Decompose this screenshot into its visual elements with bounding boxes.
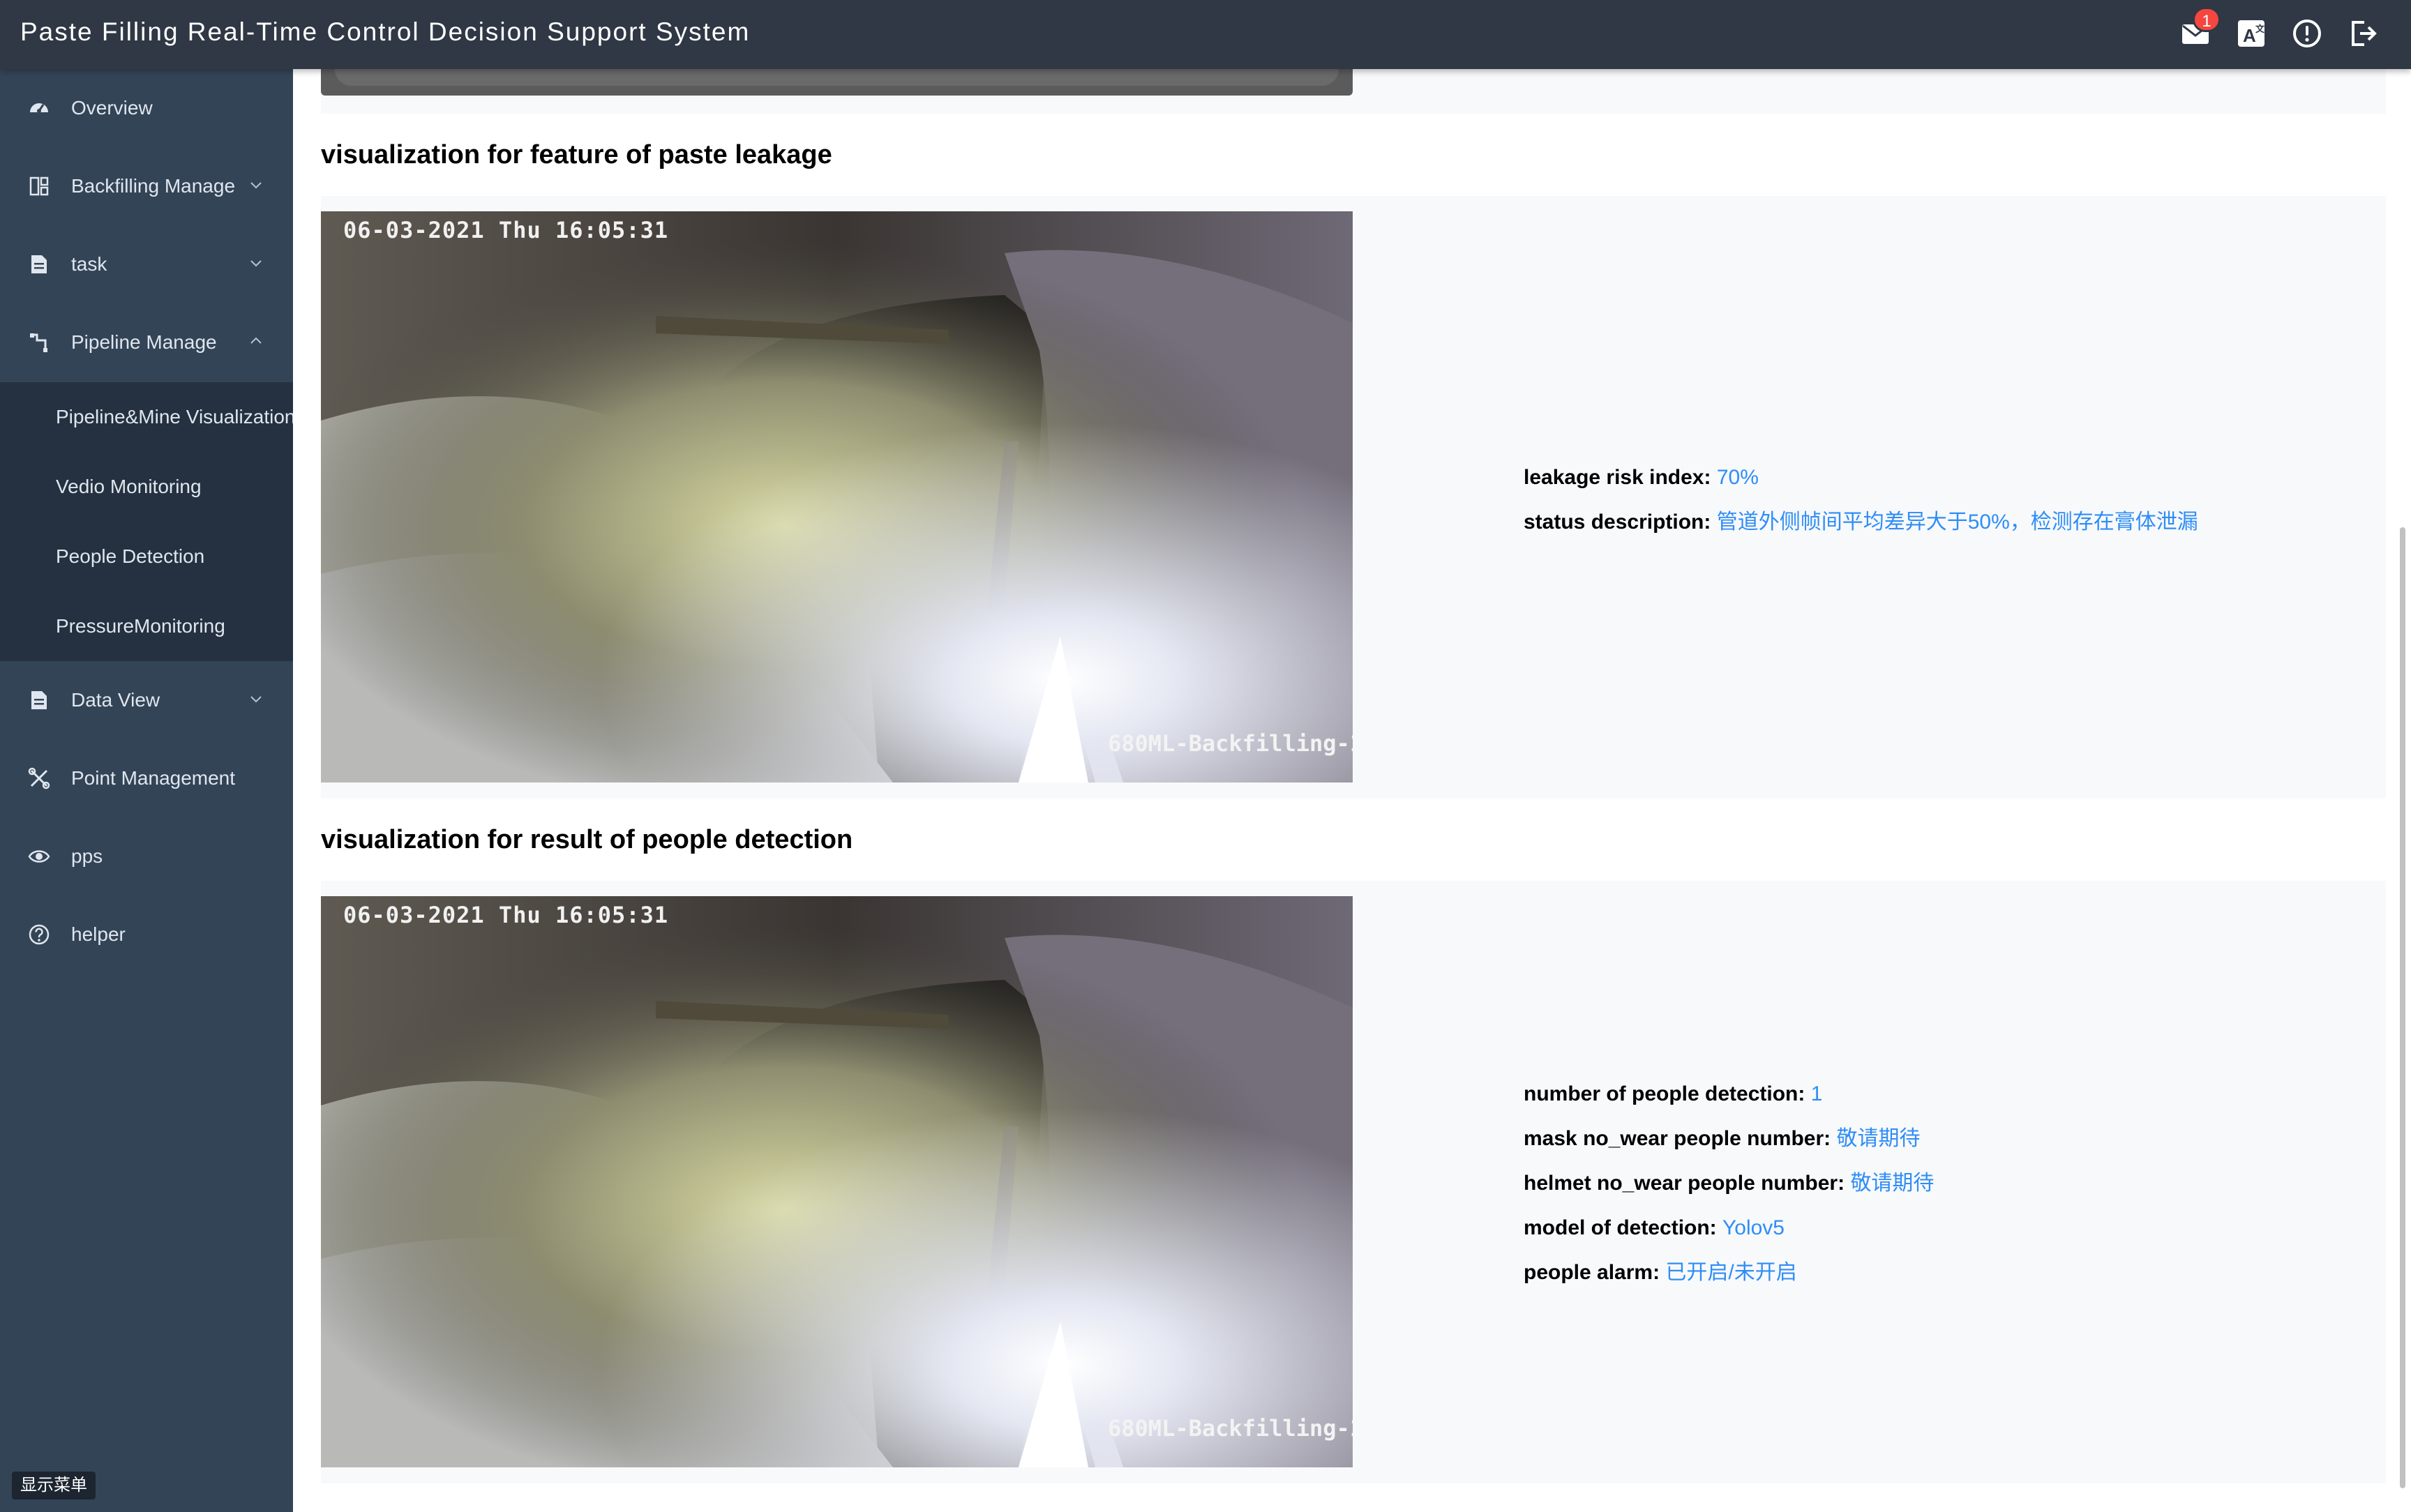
- pipeline-icon: [28, 331, 50, 354]
- sidebar-item-data-view[interactable]: Data View: [0, 661, 293, 739]
- dashboard-icon: [28, 97, 50, 119]
- svg-text:A: A: [2243, 25, 2256, 46]
- previous-video-frame: [321, 69, 1353, 96]
- chevron-down-icon: [248, 176, 264, 193]
- tools-icon: [28, 767, 50, 789]
- notification-badge: 1: [2193, 7, 2221, 32]
- eye-icon: [28, 845, 50, 868]
- helmet-value: 敬请期待: [1850, 1172, 1935, 1195]
- sidebar-item-people-detection[interactable]: People Detection: [0, 522, 293, 591]
- sidebar-item-point-management[interactable]: Point Management: [0, 739, 293, 817]
- sidebar-item-vedio-monitoring[interactable]: Vedio Monitoring: [0, 452, 293, 522]
- model-label: model of detection:: [1524, 1216, 1717, 1239]
- sidebar-item-pipeline-mine-visualization[interactable]: Pipeline&Mine Visualization: [0, 382, 295, 452]
- sidebar-item-helper[interactable]: helper: [0, 895, 293, 974]
- sidebar-item-pipeline-manage[interactable]: Pipeline Manage: [0, 303, 293, 381]
- leakage-risk-value: 70%: [1716, 466, 1759, 489]
- leakage-risk-row: leakage risk index: 70%: [1524, 463, 1759, 492]
- sidebar-item-pressure-monitoring[interactable]: PressureMonitoring: [0, 591, 293, 661]
- alert-icon[interactable]: [2290, 17, 2324, 50]
- leakage-video[interactable]: 06-03-2021 Thu 16:05:31 680ML-Backfillin…: [321, 211, 1353, 783]
- vertical-scrollbar[interactable]: [2400, 527, 2405, 1488]
- video-camera-label: 680ML-Backfilling-1: [1108, 730, 1353, 757]
- translate-icon[interactable]: A文: [2235, 17, 2268, 50]
- sidebar: Overview Backfilling Manage task Pipelin…: [0, 69, 295, 1512]
- sidebar-item-pps[interactable]: pps: [0, 817, 293, 895]
- chevron-up-icon: [248, 333, 264, 349]
- mask-row: mask no_wear people number: 敬请期待: [1524, 1124, 1920, 1154]
- status-description-label: status description:: [1524, 511, 1711, 534]
- helmet-label: helmet no_wear people number:: [1524, 1172, 1845, 1195]
- model-row: model of detection: Yolov5: [1524, 1214, 1785, 1243]
- pipeline-submenu: Pipeline&Mine Visualization Vedio Monito…: [0, 382, 295, 661]
- mask-value: 敬请期待: [1836, 1127, 1921, 1150]
- people-section-title: visualization for result of people detec…: [321, 825, 853, 854]
- main-content: visualization for feature of paste leaka…: [293, 69, 2386, 1512]
- svg-text:文: 文: [2255, 24, 2265, 34]
- chevron-down-icon: [248, 255, 264, 271]
- tunnel-image: [321, 896, 1353, 1467]
- helmet-row: helmet no_wear people number: 敬请期待: [1524, 1169, 1934, 1198]
- logout-icon[interactable]: [2346, 17, 2380, 50]
- top-bar: Paste Filling Real-Time Control Decision…: [0, 0, 2411, 69]
- app-title: Paste Filling Real-Time Control Decision…: [20, 17, 751, 46]
- document-icon: [28, 253, 50, 275]
- sidebar-item-overview[interactable]: Overview: [0, 69, 293, 147]
- chevron-down-icon: [248, 690, 264, 707]
- video-timestamp: 06-03-2021 Thu 16:05:31: [343, 902, 669, 928]
- people-count-label: number of people detection:: [1524, 1082, 1805, 1105]
- video-camera-label: 680ML-Backfilling-1: [1108, 1415, 1353, 1442]
- people-alarm-value: 已开启/未开启: [1665, 1261, 1797, 1284]
- people-video[interactable]: 06-03-2021 Thu 16:05:31 680ML-Backfillin…: [321, 896, 1353, 1467]
- sidebar-item-task[interactable]: task: [0, 225, 293, 303]
- people-alarm-row: people alarm: 已开启/未开启: [1524, 1258, 1797, 1287]
- sidebar-item-backfilling-manage[interactable]: Backfilling Manage: [0, 147, 293, 225]
- tunnel-image: [321, 211, 1353, 783]
- mask-label: mask no_wear people number:: [1524, 1127, 1831, 1150]
- people-count-value: 1: [1810, 1082, 1823, 1105]
- video-timestamp: 06-03-2021 Thu 16:05:31: [343, 217, 669, 243]
- people-alarm-label: people alarm:: [1524, 1261, 1660, 1284]
- model-value: Yolov5: [1722, 1216, 1785, 1239]
- status-description-row: status description: 管道外侧帧间平均差异大于50%，检测存在…: [1524, 508, 2198, 537]
- people-count-row: number of people detection: 1: [1524, 1080, 1822, 1109]
- status-description-value: 管道外侧帧间平均差异大于50%，检测存在膏体泄漏: [1716, 511, 2198, 534]
- show-menu-button[interactable]: 显示菜单: [12, 1472, 96, 1499]
- leakage-risk-label: leakage risk index:: [1524, 466, 1711, 489]
- document-icon: [28, 689, 50, 711]
- leakage-section-title: visualization for feature of paste leaka…: [321, 140, 832, 169]
- panels-icon: [28, 175, 50, 197]
- question-icon: [28, 923, 50, 946]
